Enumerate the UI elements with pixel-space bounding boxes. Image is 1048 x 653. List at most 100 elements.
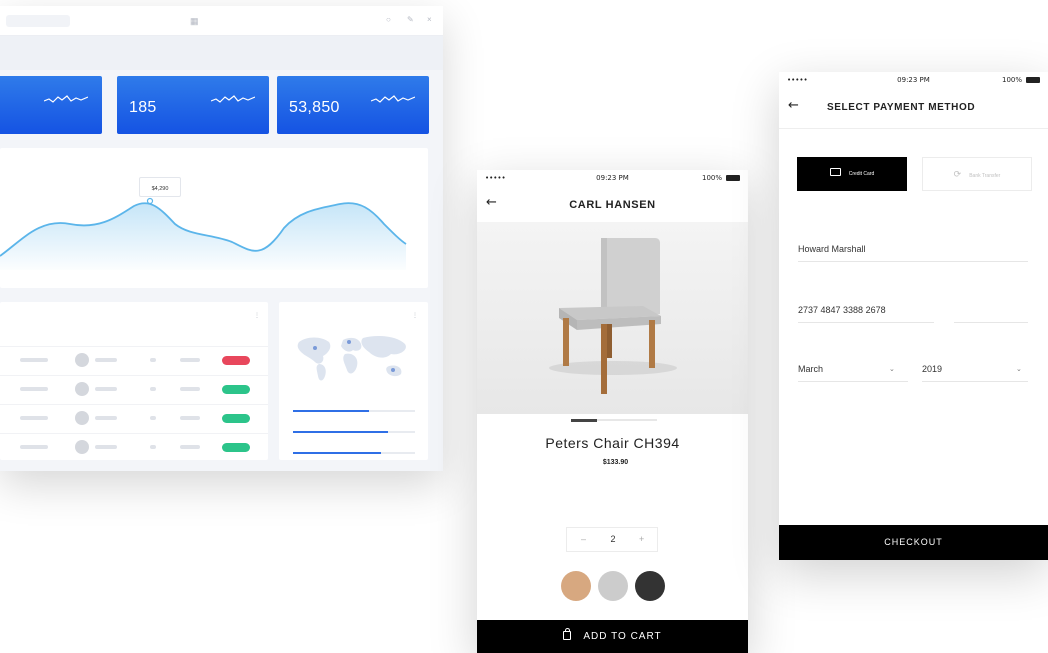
name-on-card-field[interactable]: Howard Marshall [798, 244, 866, 254]
location-row [293, 402, 415, 418]
bank-transfer-button[interactable]: ⟳ Bank Transfer [922, 157, 1032, 191]
avatar [75, 382, 89, 396]
area-chart [0, 197, 407, 270]
credit-card-button[interactable]: Credit Card [797, 157, 907, 191]
checkout-button[interactable]: CHECKOUT [779, 525, 1048, 560]
table-row[interactable] [0, 404, 268, 432]
table-cell [20, 416, 48, 420]
year-select[interactable]: 2019 [922, 364, 942, 374]
sparkline-icon [371, 95, 415, 103]
field-underline [798, 261, 1028, 262]
kpi-card[interactable]: 53,850 [277, 76, 429, 134]
table-cell [150, 416, 156, 420]
table-cell [95, 358, 117, 362]
add-to-cart-button[interactable]: ADD TO CART [477, 620, 748, 653]
avatar [75, 411, 89, 425]
field-underline [798, 381, 908, 382]
chevron-down-icon[interactable]: ⌄ [889, 365, 895, 373]
battery-percent: 100% [1001, 76, 1022, 84]
tooltip-value: $4,290 [151, 186, 169, 192]
page-title: CARL HANSEN [569, 199, 656, 211]
field-underline [922, 381, 1028, 382]
color-swatch-grey[interactable] [598, 571, 628, 601]
header-divider [779, 128, 1048, 129]
product-image[interactable] [477, 222, 748, 414]
chart-point[interactable] [146, 197, 154, 205]
apps-grid-icon[interactable]: ▦ [190, 16, 199, 27]
search-bar[interactable] [6, 15, 70, 27]
location-row [293, 444, 415, 460]
payment-screen: ••••• 09:23 PM 100% ← SELECT PAYMENT MET… [779, 72, 1048, 560]
status-bar: ••••• 09:23 PM 100% [477, 170, 748, 184]
sparkline-icon [211, 95, 255, 103]
credit-card-label: Credit Card [848, 171, 875, 177]
overview-chart-panel: $4,290 [0, 148, 428, 288]
pager-indicator [571, 418, 597, 422]
shopping-bag-icon [563, 628, 572, 640]
status-badge [222, 356, 250, 365]
battery-percent: 100% [701, 174, 722, 182]
credit-card-icon [829, 168, 841, 176]
avatar [75, 440, 89, 454]
product-screen: ••••• 09:23 PM 100% ← CARL HANSEN Peters… [477, 170, 748, 653]
orders-table-panel: ⋮ [0, 302, 268, 460]
notifications-icon[interactable]: ○ [386, 15, 391, 24]
table-cell [180, 358, 200, 362]
location-progress-fill [293, 452, 381, 454]
dashboard-header [0, 36, 443, 70]
quantity-value: 2 [610, 534, 616, 544]
dashboard-topbar: ▦ ○ ✎ × [0, 6, 443, 36]
location-row [293, 423, 415, 439]
table-cell [20, 387, 48, 391]
table-cell [150, 358, 156, 362]
location-progress-fill [293, 431, 389, 433]
world-map [297, 336, 406, 381]
edit-icon[interactable]: ✎ [407, 15, 414, 24]
table-row[interactable] [0, 346, 268, 374]
location-progress [293, 410, 415, 412]
table-cell [95, 445, 117, 449]
card-number-field[interactable]: 2737 4847 3388 2678 [798, 305, 886, 315]
chair-image [549, 238, 677, 394]
location-progress [293, 452, 415, 454]
status-badge [222, 443, 250, 452]
table-cell [150, 445, 156, 449]
add-to-cart-label: ADD TO CART [583, 631, 662, 642]
quantity-stepper[interactable]: – 2 + [566, 527, 658, 552]
status-bar: ••••• 09:23 PM 100% [779, 72, 1048, 86]
table-cell [20, 445, 48, 449]
table-row[interactable] [0, 433, 268, 461]
sparkline-icon [44, 95, 88, 103]
cvv-field[interactable] [954, 322, 1028, 323]
bank-transfer-label: Bank Transfer [969, 173, 1001, 179]
more-options-icon[interactable]: ⋮ [412, 312, 418, 319]
table-cell [180, 387, 200, 391]
chart-area-fill [0, 203, 406, 270]
table-cell [95, 387, 117, 391]
sale-price: $133.90 [602, 459, 629, 466]
location-progress-fill [293, 410, 369, 412]
status-badge [222, 414, 250, 423]
arrow-left-icon[interactable]: ← [788, 98, 799, 113]
sales-by-location-panel: ⋮ [279, 302, 428, 460]
table-cell [150, 387, 156, 391]
image-pager[interactable] [571, 418, 657, 422]
sync-icon: ⟳ [953, 170, 962, 180]
field-underline [798, 322, 934, 323]
screenshot-stage: ▦ ○ ✎ × 185 53,850 $4,290 ⋮ ⋮ ••••• 09:2… [0, 0, 1048, 653]
battery-icon [726, 175, 740, 181]
kpi-card[interactable]: 185 [117, 76, 269, 134]
month-select[interactable]: March [798, 364, 823, 374]
table-header [0, 331, 268, 339]
product-name: Peters Chair CH394 [545, 435, 680, 451]
color-swatch-black[interactable] [635, 571, 665, 601]
page-title: SELECT PAYMENT METHOD [827, 102, 976, 113]
close-icon[interactable]: × [427, 15, 432, 24]
color-swatch-tan[interactable] [561, 571, 591, 601]
increment-button[interactable]: + [639, 534, 644, 544]
more-options-icon[interactable]: ⋮ [254, 312, 260, 319]
chart-tooltip: $4,290 [139, 177, 181, 197]
chevron-down-icon[interactable]: ⌄ [1016, 365, 1022, 373]
kpi-card[interactable] [0, 76, 102, 134]
table-row[interactable] [0, 375, 268, 403]
